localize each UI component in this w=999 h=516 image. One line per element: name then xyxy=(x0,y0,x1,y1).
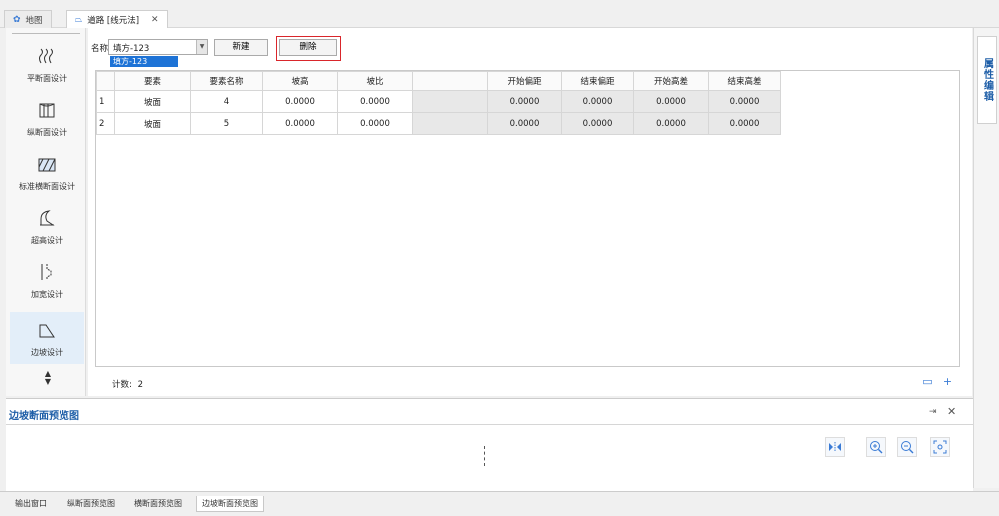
tab-map-label: 地图 xyxy=(25,15,43,26)
sidebar-item-label: 边坡设计 xyxy=(31,348,63,357)
slope-icon xyxy=(39,324,55,338)
design-sidebar: 平断面设计 纵断面设计 标准横断面设计 超高设计 加宽设计 边坡设计 ▲ ▼ xyxy=(6,28,86,396)
close-icon[interactable]: ✕ xyxy=(947,405,956,418)
gear-icon: ✿ xyxy=(13,14,21,25)
table-row[interactable]: 2 坡面 5 0.0000 0.0000 0.0000 0.0000 0.000… xyxy=(96,112,781,135)
table-cell[interactable]: 坡面 xyxy=(114,90,191,113)
sidebar-item-plan[interactable]: 平断面设计 xyxy=(10,38,84,90)
zoom-out-icon[interactable] xyxy=(897,437,917,457)
new-button[interactable]: 新建 xyxy=(214,39,268,56)
column-header[interactable] xyxy=(412,71,488,91)
preview-title: 边坡断面预览图 xyxy=(9,411,79,422)
count-label: 计数: xyxy=(112,380,132,390)
row-count: 计数: 2 xyxy=(112,378,143,390)
sidebar-item-label: 超高设计 xyxy=(31,236,63,245)
slope-editor-panel: 名称 填方-123 ▼ 填方-123 新建 删除 要素 要素名称 坡高 坡比 开… xyxy=(88,28,972,396)
table-cell: 0.0000 xyxy=(708,90,781,113)
row-number: 1 xyxy=(96,90,115,113)
table-cell[interactable]: 0.0000 xyxy=(337,90,413,113)
table-cell: 0.0000 xyxy=(633,90,709,113)
mirror-icon[interactable] xyxy=(825,437,845,457)
name-select[interactable]: 填方-123 ▼ xyxy=(108,39,208,55)
property-editor-label: 属性编辑 xyxy=(981,58,993,102)
column-header[interactable]: 要素 xyxy=(114,71,191,91)
preview-centerline xyxy=(484,446,485,466)
sidebar-item-superelevation[interactable]: 超高设计 xyxy=(10,200,84,252)
sidebar-item-widening[interactable]: 加宽设计 xyxy=(10,254,84,306)
tab-road[interactable]: ⏢ 道路 [线元法] ✕ xyxy=(66,10,168,28)
sidebar-scroll-icon[interactable]: ▲ ▼ xyxy=(42,370,54,388)
sidebar-item-slope[interactable]: 边坡设计 xyxy=(10,312,84,364)
table-cell xyxy=(412,90,488,113)
count-value: 2 xyxy=(137,380,143,390)
property-editor-tab[interactable]: 属性编辑 xyxy=(977,36,997,124)
column-header[interactable]: 开始偏距 xyxy=(487,71,562,91)
widening-icon xyxy=(41,264,52,280)
table-cell: 0.0000 xyxy=(487,112,562,135)
plan-icon xyxy=(39,48,53,64)
table-cell[interactable]: 0.0000 xyxy=(337,112,413,135)
sidebar-item-profile[interactable]: 纵断面设计 xyxy=(10,92,84,144)
tab-road-label: 道路 [线元法] xyxy=(87,15,140,26)
row-number: 2 xyxy=(96,112,115,135)
superelevation-icon xyxy=(40,210,55,226)
name-select-value: 填方-123 xyxy=(113,44,150,54)
sidebar-item-label: 平断面设计 xyxy=(27,74,67,83)
table-row[interactable]: 1 坡面 4 0.0000 0.0000 0.0000 0.0000 0.000… xyxy=(96,90,781,113)
tab-cross-section-preview[interactable]: 横断面预览图 xyxy=(129,496,187,512)
dropdown-option[interactable]: 填方-123 xyxy=(110,56,178,67)
sidebar-item-label: 加宽设计 xyxy=(31,290,63,299)
preview-header: 边坡断面预览图 ⇥ ✕ xyxy=(6,399,973,425)
tab-slope-preview[interactable]: 边坡断面预览图 xyxy=(196,496,264,512)
slope-preview-panel: 边坡断面预览图 ⇥ ✕ xyxy=(6,398,973,491)
bottom-tab-bar: 输出窗口 纵断面预览图 横断面预览图 边坡断面预览图 xyxy=(0,491,999,516)
tab-profile-preview[interactable]: 纵断面预览图 xyxy=(62,496,120,512)
table-cell: 0.0000 xyxy=(561,90,634,113)
close-tab-icon[interactable]: ✕ xyxy=(151,15,159,25)
sidebar-divider xyxy=(12,33,80,34)
table-cell[interactable]: 5 xyxy=(190,112,263,135)
sidebar-item-cross-section[interactable]: 标准横断面设计 xyxy=(10,146,84,198)
name-label: 名称 xyxy=(91,44,109,54)
table-cell xyxy=(412,112,488,135)
tab-map[interactable]: ✿ 地图 xyxy=(4,10,52,28)
column-header[interactable]: 坡比 xyxy=(337,71,413,91)
cross-section-icon xyxy=(38,158,56,172)
document-tab-bar: ✿ 地图 ⏢ 道路 [线元法] ✕ xyxy=(0,0,999,28)
table-cell[interactable]: 4 xyxy=(190,90,263,113)
column-header[interactable]: 坡高 xyxy=(262,71,338,91)
table-cell: 0.0000 xyxy=(708,112,781,135)
table-cell: 0.0000 xyxy=(633,112,709,135)
column-header[interactable]: 要素名称 xyxy=(190,71,263,91)
table-cell: 0.0000 xyxy=(487,90,562,113)
delete-highlight-frame xyxy=(276,36,341,61)
folder-open-icon[interactable]: ▭ xyxy=(920,375,935,388)
slope-elements-table: 要素 要素名称 坡高 坡比 开始偏距 结束偏距 开始高差 结束高差 1 坡面 4… xyxy=(96,71,781,135)
pin-icon[interactable]: ⇥ xyxy=(929,407,937,417)
road-icon: ⏢ xyxy=(75,14,83,25)
add-icon[interactable]: + xyxy=(940,375,955,388)
table-cell[interactable]: 0.0000 xyxy=(262,90,338,113)
slope-elements-grid: 要素 要素名称 坡高 坡比 开始偏距 结束偏距 开始高差 结束高差 1 坡面 4… xyxy=(95,70,960,367)
column-header[interactable]: 结束高差 xyxy=(708,71,781,91)
zoom-in-icon[interactable] xyxy=(866,437,886,457)
column-header[interactable]: 结束偏距 xyxy=(561,71,634,91)
column-header[interactable]: 开始高差 xyxy=(633,71,709,91)
right-dock-strip: 属性编辑 xyxy=(973,28,999,488)
table-cell[interactable]: 坡面 xyxy=(114,112,191,135)
table-cell[interactable]: 0.0000 xyxy=(262,112,338,135)
table-cell: 0.0000 xyxy=(561,112,634,135)
chevron-down-icon[interactable]: ▼ xyxy=(196,40,207,54)
profile-icon xyxy=(39,103,55,118)
sidebar-item-label: 纵断面设计 xyxy=(27,128,67,137)
tab-output-window[interactable]: 输出窗口 xyxy=(10,496,52,512)
fit-view-icon[interactable] xyxy=(930,437,950,457)
table-header-row: 要素 要素名称 坡高 坡比 开始偏距 结束偏距 开始高差 结束高差 xyxy=(96,71,781,91)
column-header[interactable] xyxy=(96,71,115,91)
sidebar-item-label: 标准横断面设计 xyxy=(19,182,75,191)
